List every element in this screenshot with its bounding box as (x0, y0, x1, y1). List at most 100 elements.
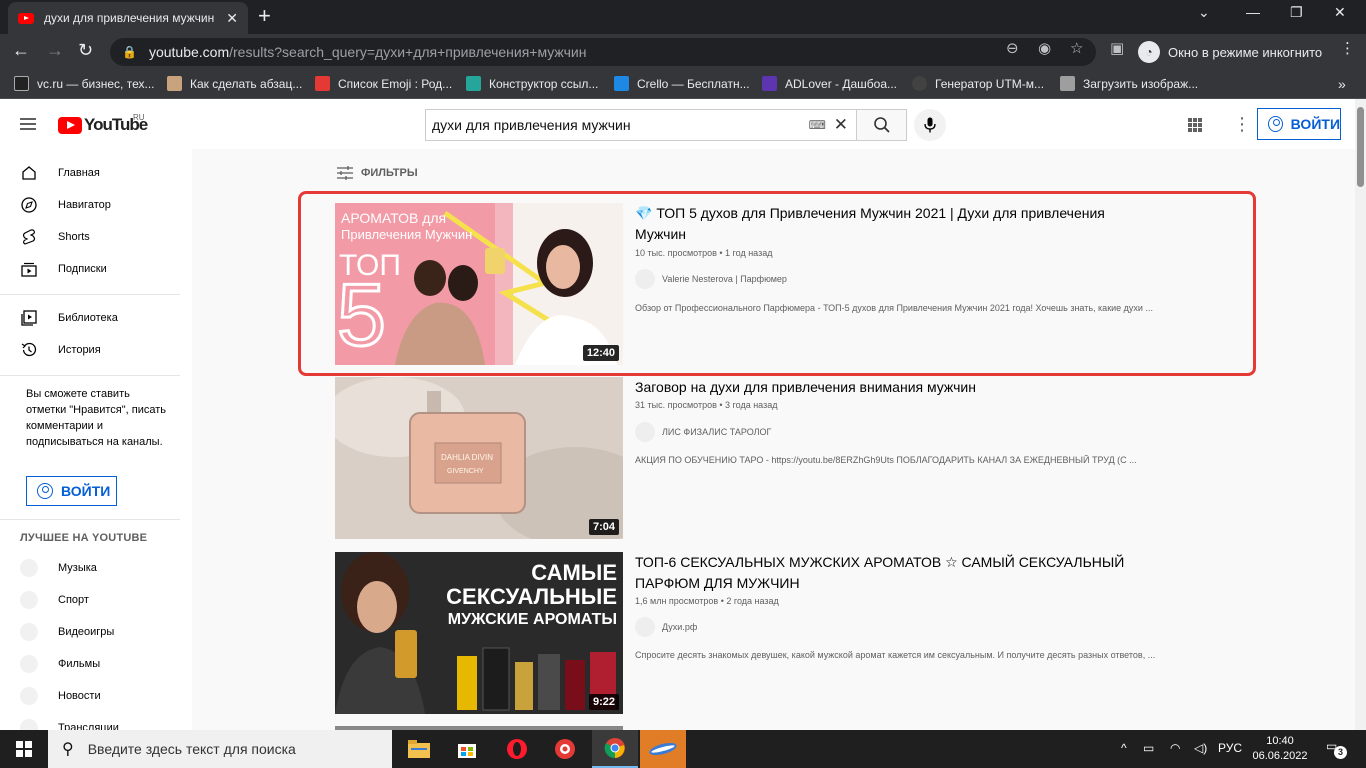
youtube-header: YouTube RU духи для привлечения мужчин ⌨… (0, 99, 1366, 149)
sidebar-item-sport[interactable]: Спорт (0, 584, 192, 616)
clear-search-icon[interactable]: ✕ (834, 115, 848, 135)
bookmark-item[interactable]: ADLover - Дашбоа... (762, 76, 897, 91)
video-result[interactable]: САМЫЕ СЕКСУАЛЬНЫЕ МУЖСКИЕ АРОМАТЫ 9:22 Т… (335, 552, 1215, 714)
browser-toolbar: ← → ↻ 🔒 youtube.com /results?search_quer… (0, 34, 1366, 70)
youtube-logo[interactable]: YouTube RU (58, 113, 148, 135)
bookmark-favicon-icon (167, 76, 182, 91)
windows-taskbar: ⚲ Введите здесь текст для поиска ^ ▭ ◠ ◁… (0, 730, 1366, 768)
thumbnail-image: САМЫЕ СЕКСУАЛЬНЫЕ МУЖСКИЕ АРОМАТЫ (335, 552, 623, 714)
sidebar-item-movies[interactable]: Фильмы (0, 648, 192, 680)
tab-search-icon[interactable]: ⌄ (1198, 4, 1210, 21)
incognito-label: Окно в режиме инкогнито (1168, 44, 1323, 60)
bookmark-favicon-icon (466, 76, 481, 91)
bookmark-item[interactable]: Как сделать абзац... (167, 76, 302, 91)
reload-icon[interactable]: ↻ (78, 40, 93, 61)
sidebar-item-gaming[interactable]: Видеоигры (0, 616, 192, 648)
filters-icon (337, 166, 353, 180)
tray-overflow-icon[interactable]: ^ (1121, 741, 1127, 755)
thumbnail-image: DAHLIA DIVIN GIVENCHY (335, 377, 623, 539)
sidebar-signin-button[interactable]: ВОЙТИ (26, 476, 117, 506)
video-result[interactable]: DAHLIA DIVIN GIVENCHY 7:04 Заговор на ду… (335, 377, 1215, 539)
youtube-logo-icon (58, 116, 82, 134)
sidebar-divider (0, 294, 180, 295)
music-channel-icon (20, 559, 38, 577)
tab-close-icon[interactable]: ✕ (226, 10, 238, 27)
maximize-icon[interactable]: ❐ (1290, 4, 1303, 21)
bookmark-item[interactable]: Генератор UTM-м... (912, 76, 1044, 91)
sidebar-item-news[interactable]: Новости (0, 680, 192, 712)
sidebar-item-shorts[interactable]: Shorts (0, 221, 192, 253)
sidebar-item-explore[interactable]: Навигатор (0, 189, 192, 221)
battery-icon[interactable]: ▭ (1143, 741, 1154, 755)
chrome-icon[interactable] (592, 730, 638, 768)
taskbar-search-icon: ⚲ (62, 741, 74, 758)
thumbnail-text: GIVENCHY (447, 468, 484, 475)
keyboard-icon[interactable]: ⌨ (809, 118, 826, 132)
voice-search-button[interactable] (914, 109, 946, 141)
bookmark-favicon-icon (1060, 76, 1075, 91)
bookmarks-overflow-icon[interactable]: » (1338, 76, 1346, 92)
sidebar-item-music[interactable]: Музыка (0, 552, 192, 584)
video-title[interactable]: ТОП-6 СЕКСУАЛЬНЫХ МУЖСКИХ АРОМАТОВ ☆ САМ… (635, 552, 1155, 594)
bookmark-item[interactable]: Загрузить изображ... (1060, 76, 1198, 91)
bookmark-item[interactable]: Список Emoji : Род... (315, 76, 452, 91)
windows-start-icon[interactable] (16, 741, 32, 757)
incognito-indicator[interactable]: ◔ Окно в режиме инкогнито (1138, 39, 1322, 65)
network-icon[interactable]: ◠ (1170, 741, 1180, 755)
tracking-off-icon[interactable]: ◉ (1038, 39, 1051, 57)
filters-button[interactable]: ФИЛЬТРЫ (337, 166, 418, 180)
sidebar-item-library[interactable]: Библиотека (0, 302, 192, 334)
search-input[interactable]: духи для привлечения мужчин ⌨ ✕ (425, 109, 856, 141)
bookmark-favicon-icon (614, 76, 629, 91)
signin-prompt-text: Вы сможете ставить отметки "Нравится", п… (26, 388, 166, 448)
video-title[interactable]: Заговор на духи для привлечения внимания… (635, 377, 1155, 398)
side-panel-icon[interactable]: ▣ (1110, 39, 1124, 57)
video-channel[interactable]: Духи.рф (635, 617, 697, 637)
browser-tab-bar: духи для привлечения мужчин ✕ + ⌄ — ❐ ✕ (0, 0, 1366, 34)
scrollbar-thumb[interactable] (1357, 107, 1364, 187)
minimize-icon[interactable]: — (1246, 4, 1260, 20)
video-channel[interactable]: ЛИС ФИЗАЛИС ТАРОЛОГ (635, 422, 771, 442)
app-icon[interactable] (640, 730, 686, 768)
search-button[interactable] (856, 109, 907, 141)
new-tab-icon[interactable]: + (258, 5, 271, 27)
thumbnail-text: МУЖСКИЕ АРОМАТЫ (448, 611, 617, 628)
video-thumbnail[interactable]: DAHLIA DIVIN GIVENCHY 7:04 (335, 377, 623, 539)
forward-icon[interactable]: → (46, 40, 64, 61)
language-indicator[interactable]: РУС (1218, 741, 1242, 755)
lock-icon: 🔒 (122, 45, 137, 59)
taskbar-clock[interactable]: 10:40 06.06.2022 (1250, 734, 1310, 764)
header-signin-button[interactable]: ВОЙТИ (1257, 108, 1341, 140)
video-thumbnail[interactable]: САМЫЕ СЕКСУАЛЬНЫЕ МУЖСКИЕ АРОМАТЫ 9:22 (335, 552, 623, 714)
file-explorer-icon[interactable] (396, 730, 442, 768)
menu-icon[interactable] (20, 118, 36, 130)
bookmark-item[interactable]: Конструктор ссыл... (466, 76, 598, 91)
sidebar-item-subscriptions[interactable]: Подписки (0, 253, 192, 285)
settings-more-icon[interactable]: ⋮ (1233, 115, 1251, 133)
bookmark-item[interactable]: vc.ru — бизнес, тех... (14, 76, 155, 91)
channel-avatar (635, 422, 655, 442)
back-icon[interactable]: ← (12, 40, 30, 61)
apps-grid-icon[interactable] (1188, 118, 1202, 132)
bookmark-item[interactable]: Crello — Бесплатн... (614, 76, 750, 91)
sidebar-item-home[interactable]: Главная (0, 157, 192, 189)
url-host: youtube.com (148, 44, 230, 60)
library-icon (21, 310, 37, 326)
close-window-icon[interactable]: ✕ (1334, 4, 1346, 21)
channel-avatar (635, 617, 655, 637)
page-scrollbar[interactable] (1355, 99, 1366, 730)
notification-count: 3 (1334, 746, 1347, 759)
sidebar-item-live[interactable]: Трансляции (0, 712, 192, 730)
address-bar[interactable]: 🔒 youtube.com /results?search_query=духи… (110, 38, 1096, 66)
browser-tab[interactable]: духи для привлечения мужчин ✕ (8, 2, 248, 34)
store-icon[interactable] (444, 730, 490, 768)
volume-icon[interactable]: ◁) (1194, 741, 1207, 755)
zoom-icon[interactable]: ⊖ (1006, 39, 1019, 57)
opera-icon[interactable] (494, 730, 540, 768)
taskbar-search[interactable]: ⚲ Введите здесь текст для поиска (48, 730, 392, 768)
browser-menu-icon[interactable]: ⋮ (1340, 39, 1355, 57)
bookmark-star-icon[interactable]: ☆ (1070, 39, 1083, 57)
notification-center-icon[interactable]: ▭ 3 (1326, 739, 1347, 759)
sidebar-item-history[interactable]: История (0, 334, 192, 366)
yandex-browser-icon[interactable] (542, 730, 588, 768)
